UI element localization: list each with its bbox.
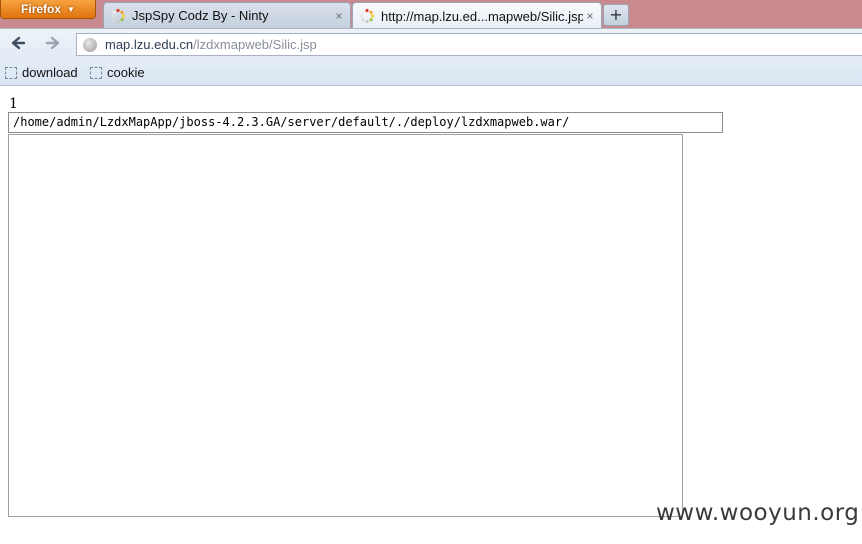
watermark: www.wooyun.org bbox=[656, 500, 860, 526]
tab-title: http://map.lzu.ed...mapweb/Silic.jsp bbox=[381, 8, 583, 24]
title-bar: Firefox ▼ JspSpy Codz By - Ninty × http:… bbox=[0, 0, 862, 29]
globe-icon bbox=[83, 37, 97, 52]
tab-silic[interactable]: http://map.lzu.ed...mapweb/Silic.jsp × bbox=[352, 2, 602, 29]
tab-close-icon[interactable]: × bbox=[583, 9, 597, 23]
bookmark-placeholder-icon bbox=[90, 66, 102, 79]
url-path: /lzdxmapweb/Silic.jsp bbox=[193, 37, 317, 52]
path-input[interactable]: /home/admin/LzdxMapApp/jboss-4.2.3.GA/se… bbox=[8, 112, 723, 133]
caret-down-icon: ▼ bbox=[67, 4, 75, 14]
bookmark-label: download bbox=[22, 65, 78, 80]
bookmark-label: cookie bbox=[107, 65, 145, 80]
bookmark-cookie[interactable]: cookie bbox=[90, 65, 145, 80]
loading-favicon-icon bbox=[110, 8, 126, 23]
tab-title: JspSpy Codz By - Ninty bbox=[132, 8, 269, 23]
url-host: map.lzu.edu.cn bbox=[105, 37, 194, 52]
loading-favicon-icon bbox=[359, 8, 375, 24]
url-bar[interactable]: map.lzu.edu.cn/lzdxmapweb/Silic.jsp bbox=[76, 33, 862, 56]
bookmarks-bar: download cookie bbox=[0, 60, 862, 86]
tab-close-icon[interactable]: × bbox=[332, 9, 346, 23]
page-text-line: 1 bbox=[9, 96, 18, 112]
tab-jspspy[interactable]: JspSpy Codz By - Ninty × bbox=[103, 2, 351, 28]
bookmark-placeholder-icon bbox=[5, 66, 17, 79]
back-button[interactable] bbox=[7, 35, 29, 55]
firefox-menu-label: Firefox bbox=[21, 2, 62, 16]
bookmark-download[interactable]: download bbox=[5, 65, 78, 80]
content-textarea[interactable] bbox=[8, 134, 683, 517]
new-tab-button[interactable]: + bbox=[603, 4, 629, 26]
forward-button[interactable] bbox=[42, 35, 64, 55]
firefox-menu-button[interactable]: Firefox ▼ bbox=[0, 0, 96, 19]
arrow-left-icon bbox=[11, 36, 26, 50]
navigation-bar: map.lzu.edu.cn/lzdxmapweb/Silic.jsp bbox=[0, 28, 862, 60]
arrow-right-icon bbox=[45, 36, 60, 50]
